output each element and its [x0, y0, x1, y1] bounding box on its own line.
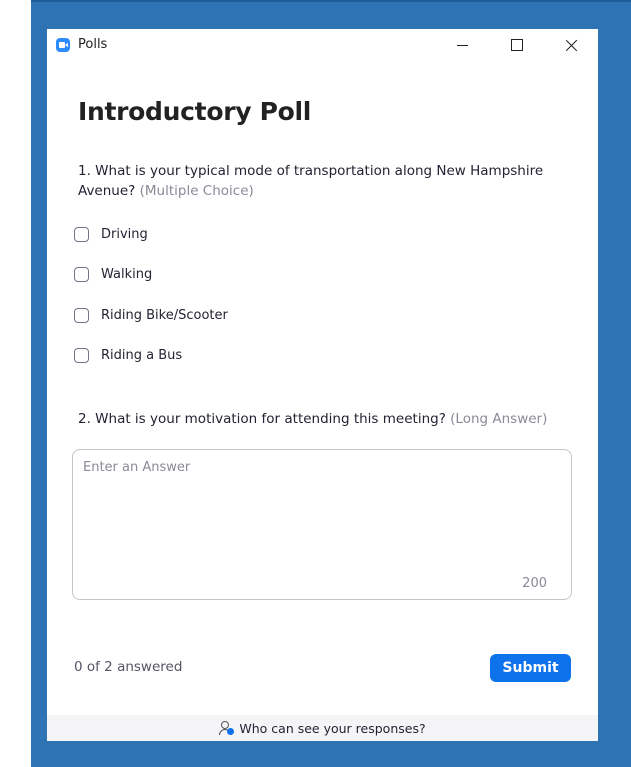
close-icon	[566, 39, 578, 51]
question-2-text: 2. What is your motivation for attending…	[78, 411, 446, 427]
question-1-type: (Multiple Choice)	[139, 183, 254, 199]
response-visibility-link[interactable]: Who can see your responses?	[47, 715, 598, 741]
option-riding-a-bus[interactable]: Riding a Bus	[74, 344, 182, 366]
title-bar[interactable]: Polls	[47, 29, 598, 61]
window-title: Polls	[78, 37, 108, 52]
poll-title: Introductory Poll	[78, 97, 312, 126]
minimize-button[interactable]	[434, 29, 490, 61]
option-label: Driving	[101, 226, 148, 242]
option-riding-bike-scooter[interactable]: Riding Bike/Scooter	[74, 304, 228, 326]
maximize-icon	[511, 39, 523, 51]
checkbox[interactable]	[74, 347, 89, 363]
checkbox[interactable]	[74, 307, 89, 323]
answer-input[interactable]	[83, 460, 561, 560]
checkbox[interactable]	[74, 226, 89, 242]
option-driving[interactable]: Driving	[74, 223, 148, 245]
footer-text: Who can see your responses?	[239, 720, 426, 736]
answer-box: 200	[72, 449, 572, 600]
user-privacy-icon	[219, 721, 235, 735]
submit-button[interactable]: Submit	[490, 654, 571, 682]
maximize-button[interactable]	[489, 29, 545, 61]
option-label: Riding a Bus	[101, 347, 183, 363]
question-2: 2. What is your motivation for attending…	[78, 409, 578, 429]
zoom-app-icon	[56, 38, 70, 52]
answered-count: 0 of 2 answered	[74, 659, 183, 675]
character-limit: 200	[522, 576, 547, 591]
checkbox[interactable]	[74, 266, 89, 282]
close-button[interactable]	[544, 29, 600, 61]
question-1: 1. What is your typical mode of transpor…	[78, 161, 578, 201]
option-label: Walking	[101, 266, 153, 282]
option-label: Riding Bike/Scooter	[101, 307, 228, 323]
minimize-icon	[456, 44, 468, 46]
polls-window: Polls Introductory Poll 1. What is your …	[47, 29, 598, 741]
question-2-type: (Long Answer)	[450, 411, 548, 427]
option-walking[interactable]: Walking	[74, 263, 152, 285]
